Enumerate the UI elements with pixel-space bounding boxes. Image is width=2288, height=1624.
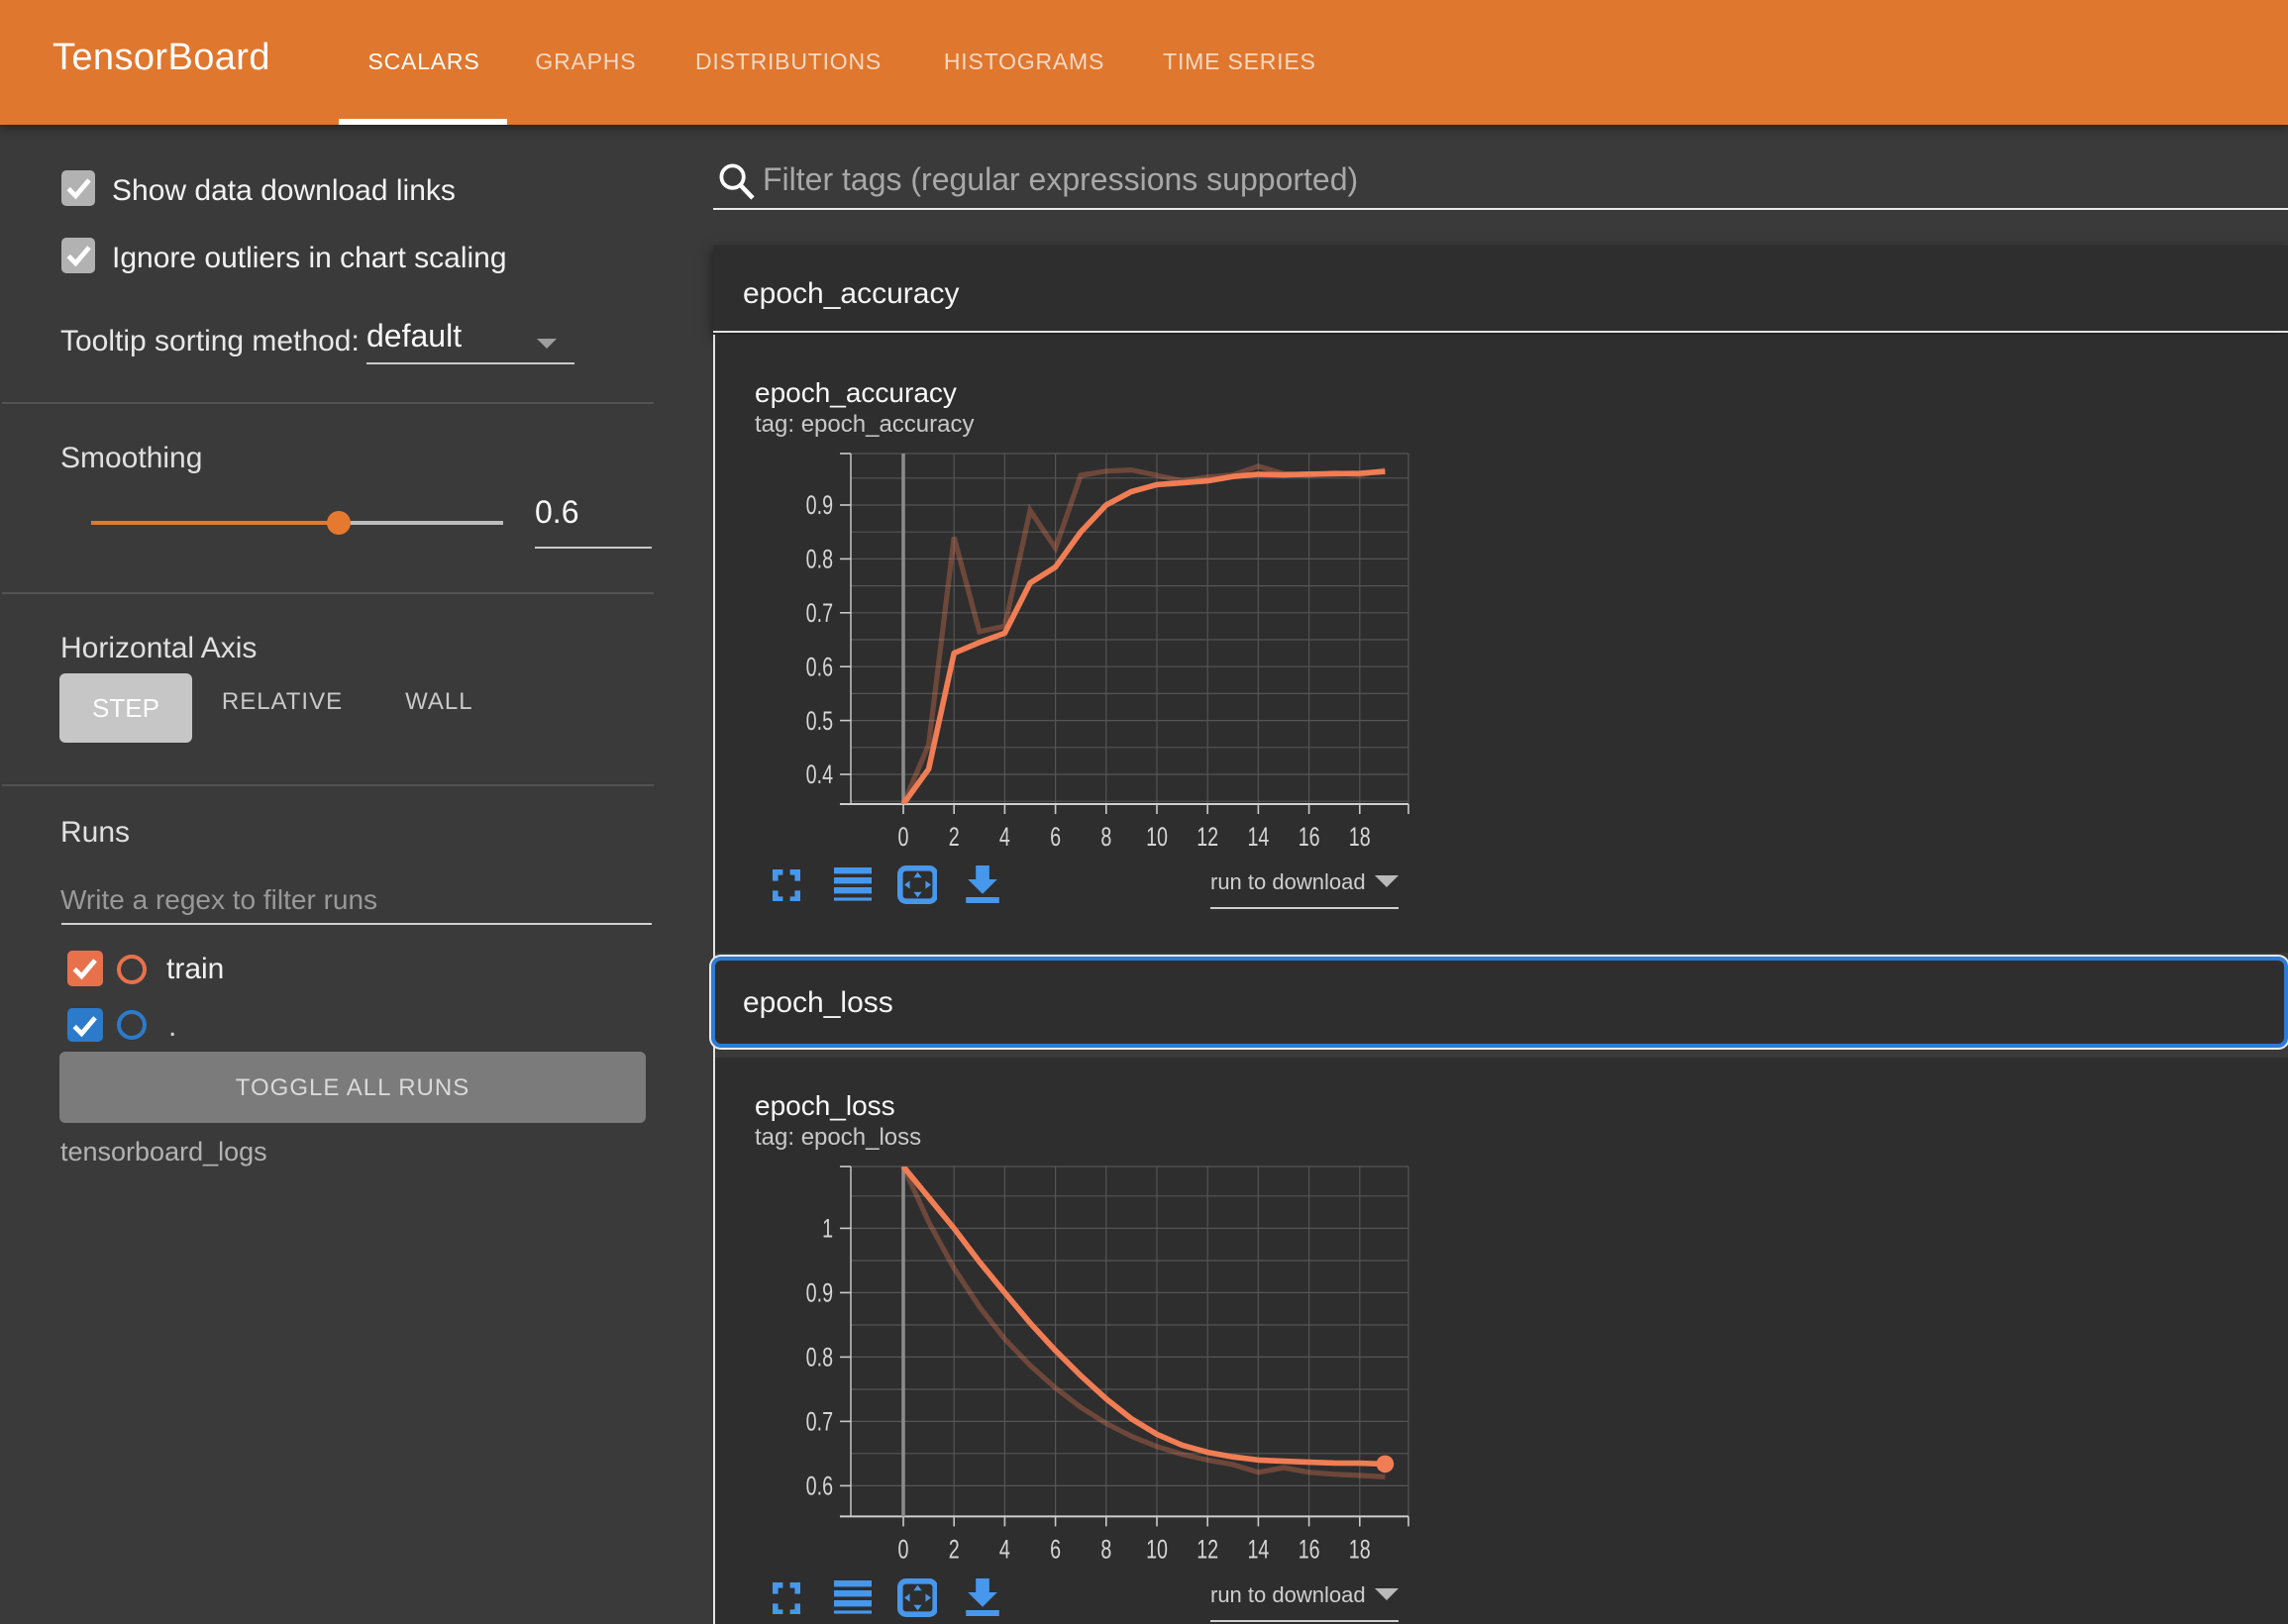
svg-text:0.9: 0.9	[806, 1279, 833, 1309]
svg-text:12: 12	[1196, 823, 1218, 853]
svg-text:0: 0	[898, 1536, 909, 1566]
svg-text:0.8: 0.8	[806, 546, 833, 575]
svg-text:8: 8	[1100, 1536, 1111, 1566]
svg-text:2: 2	[949, 823, 960, 853]
svg-text:1: 1	[822, 1215, 833, 1245]
svg-text:0.5: 0.5	[806, 707, 833, 737]
svg-text:0.9: 0.9	[806, 491, 833, 521]
svg-text:12: 12	[1196, 1536, 1218, 1566]
svg-text:18: 18	[1349, 823, 1371, 853]
svg-text:4: 4	[999, 823, 1010, 853]
svg-text:0.6: 0.6	[806, 1472, 833, 1502]
svg-text:0.7: 0.7	[806, 1408, 833, 1438]
svg-text:18: 18	[1349, 1536, 1371, 1566]
svg-text:16: 16	[1299, 823, 1320, 853]
svg-text:0.8: 0.8	[806, 1344, 833, 1373]
svg-text:8: 8	[1100, 823, 1111, 853]
svg-text:0.6: 0.6	[806, 654, 833, 683]
svg-text:0: 0	[898, 823, 909, 853]
svg-text:4: 4	[999, 1536, 1010, 1566]
svg-text:10: 10	[1146, 1536, 1168, 1566]
svg-text:16: 16	[1299, 1536, 1320, 1566]
svg-text:0.7: 0.7	[806, 599, 833, 629]
svg-text:14: 14	[1247, 1536, 1269, 1566]
svg-text:10: 10	[1146, 823, 1168, 853]
svg-text:14: 14	[1247, 823, 1269, 853]
svg-text:0.4: 0.4	[806, 761, 833, 790]
svg-text:2: 2	[949, 1536, 960, 1566]
svg-text:6: 6	[1050, 823, 1061, 853]
svg-text:6: 6	[1050, 1536, 1061, 1566]
